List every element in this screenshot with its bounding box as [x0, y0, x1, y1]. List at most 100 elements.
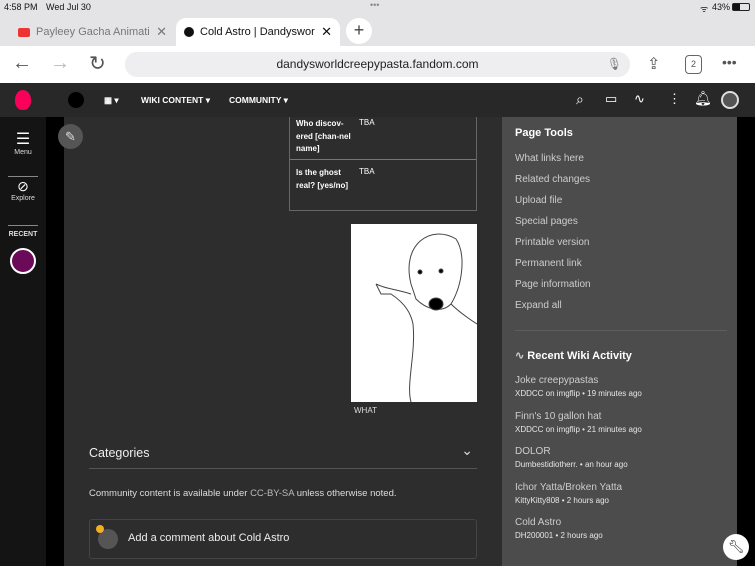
gutter — [46, 117, 64, 566]
activity-item[interactable]: Cold Astro DH200001 • 2 hours ago — [515, 517, 603, 540]
activity-meta: DH200001 • 2 hours ago — [515, 531, 603, 540]
tool-permanent-link[interactable]: Permanent link — [515, 258, 582, 269]
wrench-tools-button[interactable]: 🔧︎ — [723, 534, 749, 560]
activity-item[interactable]: DOLOR Dumbestidiotherr. • an hour ago — [515, 446, 628, 469]
menu-button[interactable]: ☰ Menu — [0, 129, 46, 156]
gutter — [737, 117, 755, 566]
license-pre: Community content is available under — [89, 488, 251, 499]
license-link[interactable]: CC-BY-SA — [250, 488, 294, 499]
discussions-icon[interactable]: ▭ — [605, 91, 617, 107]
tool-printable-version[interactable]: Printable version — [515, 237, 589, 248]
activity-title[interactable]: Ichor Yatta/Broken Yatta — [515, 482, 622, 493]
divider — [8, 225, 38, 226]
recent-wiki-icon[interactable] — [10, 248, 36, 274]
activity-item[interactable]: Ichor Yatta/Broken Yatta KittyKitty808 • … — [515, 482, 622, 505]
comment-box[interactable]: Add a comment about Cold Astro — [89, 519, 477, 559]
explore-label: Explore — [11, 195, 35, 202]
categories-section[interactable]: Categories ⌄ — [89, 442, 477, 469]
battery-icon — [732, 3, 750, 11]
tool-what-links-here[interactable]: What links here — [515, 153, 584, 164]
hamburger-icon: ☰ — [15, 131, 31, 148]
nav-wiki-content[interactable]: WIKI CONTENT ▾ — [141, 95, 210, 106]
meme-image[interactable] — [351, 224, 478, 403]
fandom-wiki-icon — [184, 27, 194, 37]
explore-menu[interactable]: ▦ ▾ — [104, 95, 119, 106]
tab-cold-astro[interactable]: Cold Astro | Dandysworl ✕ — [176, 18, 340, 46]
address-bar-row: ← → ↻ dandysworldcreepypasta.fandom.com … — [0, 46, 755, 83]
comment-placeholder: Add a comment about Cold Astro — [128, 532, 290, 544]
youtube-icon — [18, 27, 30, 37]
more-icon[interactable]: ••• — [722, 54, 737, 70]
tool-expand-all[interactable]: Expand all — [515, 300, 562, 311]
search-icon[interactable]: ⌕ — [576, 91, 584, 108]
license-post: unless otherwise noted. — [294, 488, 397, 499]
notifications-bell-icon[interactable]: 🔔︎ — [694, 90, 712, 107]
nav-label: WIKI CONTENT — [141, 95, 204, 105]
microphone-icon[interactable]: 🎙︎ — [607, 52, 622, 77]
activity-meta: KittyKitty808 • 2 hours ago — [515, 496, 609, 505]
page-tools-title: Page Tools — [515, 127, 573, 139]
divider — [515, 330, 727, 331]
activity-title[interactable]: Joke creepypastas — [515, 375, 642, 386]
tab-bar: Payleey Gacha Animatio ✕ Cold Astro | Da… — [0, 14, 755, 46]
tab-count-button[interactable]: 2 — [685, 55, 702, 74]
status-date: Wed Jul 30 — [46, 2, 91, 12]
badge-icon — [96, 525, 104, 533]
close-tab-icon[interactable]: ✕ — [156, 24, 167, 40]
forward-icon[interactable]: → — [50, 52, 70, 75]
recent-label: RECENT — [8, 231, 38, 238]
tool-page-information[interactable]: Page information — [515, 279, 591, 290]
fandom-logo-icon[interactable] — [15, 90, 31, 110]
image-caption: WHAT — [354, 406, 377, 415]
nav-community[interactable]: COMMUNITY ▾ — [229, 95, 288, 106]
edit-pencil-button[interactable]: ✎ — [58, 124, 83, 149]
url-field[interactable]: dandysworldcreepypasta.fandom.com 🎙︎ — [125, 52, 630, 77]
infobox-label: Who discov-ered [chan-nel name] — [296, 119, 351, 153]
tool-special-pages[interactable]: Special pages — [515, 216, 578, 227]
divider — [8, 176, 38, 177]
status-bar: 4:58 PM Wed Jul 30 ••• ᯤ 43% — [0, 0, 755, 14]
activity-title[interactable]: DOLOR — [515, 446, 628, 457]
new-tab-button[interactable]: + — [346, 18, 372, 44]
wiki-logo-icon[interactable] — [68, 92, 84, 108]
activity-item[interactable]: Finn's 10 gallon hat XDDCC on imgflip • 2… — [515, 411, 642, 434]
infobox-row: Who discov-ered [chan-nel name] TBA — [290, 117, 476, 160]
reload-icon[interactable]: ↻ — [89, 51, 106, 76]
left-rail: ☰ Menu ⊘ Explore RECENT — [0, 117, 46, 566]
recent-activity-heading: ∿ Recent Wiki Activity — [515, 349, 632, 362]
recent-activity-title: Recent Wiki Activity — [527, 350, 632, 362]
infobox-label: Is the ghost real? [yes/no] — [296, 168, 349, 190]
tab-label: Cold Astro | Dandysworl — [200, 26, 316, 38]
menu-label: Menu — [14, 149, 32, 156]
back-icon[interactable]: ← — [12, 52, 32, 75]
infobox-value: TBA — [359, 167, 375, 176]
license-text: Community content is available under CC-… — [89, 488, 397, 499]
close-tab-icon[interactable]: ✕ — [321, 24, 332, 40]
explore-button[interactable]: ⊘ Explore — [0, 178, 46, 202]
infobox-value: TBA — [359, 118, 375, 127]
infobox: Who discov-ered [chan-nel name] TBA Is t… — [289, 117, 477, 211]
status-time: 4:58 PM — [4, 2, 38, 12]
activity-meta: XDDCC on imgflip • 21 minutes ago — [515, 425, 642, 434]
right-panel: Page Tools What links here Related chang… — [502, 117, 737, 566]
activity-title[interactable]: Finn's 10 gallon hat — [515, 411, 642, 422]
activity-icon: ∿ — [515, 350, 525, 362]
multitask-dots-icon[interactable]: ••• — [370, 0, 379, 10]
compass-icon: ⊘ — [17, 178, 29, 194]
chevron-down-icon[interactable]: ⌄ — [461, 442, 473, 459]
more-vertical-icon[interactable]: ⋮ — [668, 91, 681, 107]
tab-youtube[interactable]: Payleey Gacha Animatio ✕ — [10, 18, 175, 46]
fandom-header: ▦ ▾ WIKI CONTENT ▾ COMMUNITY ▾ ⌕ ▭ ∿ ⋮ 🔔… — [0, 83, 755, 117]
tool-upload-file[interactable]: Upload file — [515, 195, 562, 206]
activity-title[interactable]: Cold Astro — [515, 517, 603, 528]
user-avatar[interactable] — [721, 91, 739, 109]
url-text: dandysworldcreepypasta.fandom.com — [276, 57, 479, 71]
share-icon[interactable]: ⇪ — [647, 54, 660, 74]
activity-icon[interactable]: ∿ — [634, 91, 645, 107]
nav-label: COMMUNITY — [229, 95, 282, 105]
categories-title: Categories — [89, 446, 150, 460]
tool-related-changes[interactable]: Related changes — [515, 174, 590, 185]
activity-item[interactable]: Joke creepypastas XDDCC on imgflip • 19 m… — [515, 375, 642, 398]
battery-percent: 43% — [712, 2, 731, 12]
activity-meta: XDDCC on imgflip • 19 minutes ago — [515, 389, 642, 398]
